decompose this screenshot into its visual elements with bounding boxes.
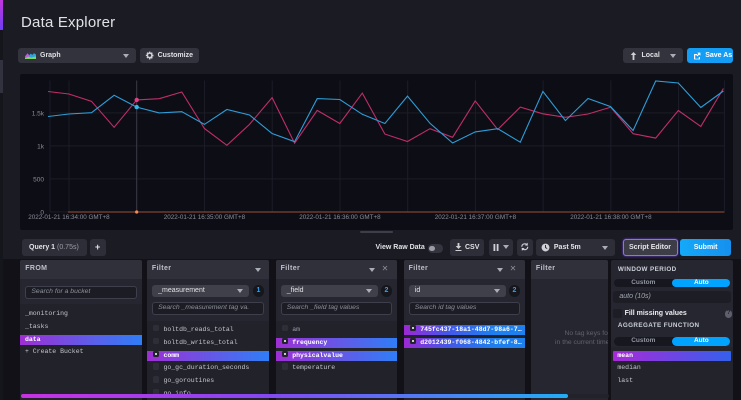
- svg-text:2022-01-21 16:34:00 GMT+8: 2022-01-21 16:34:00 GMT+8: [28, 213, 110, 220]
- svg-text:1k: 1k: [37, 143, 45, 150]
- svg-text:500: 500: [33, 176, 44, 183]
- svg-text:2022-01-21 16:36:00 GMT+8: 2022-01-21 16:36:00 GMT+8: [299, 213, 381, 220]
- svg-text:1.5k: 1.5k: [32, 110, 45, 117]
- svg-text:2022-01-21 16:38:00 GMT+8: 2022-01-21 16:38:00 GMT+8: [570, 213, 652, 220]
- svg-text:2022-01-21 16:35:00 GMT+8: 2022-01-21 16:35:00 GMT+8: [164, 213, 246, 220]
- svg-text:2022-01-21 16:37:00 GMT+8: 2022-01-21 16:37:00 GMT+8: [435, 213, 517, 220]
